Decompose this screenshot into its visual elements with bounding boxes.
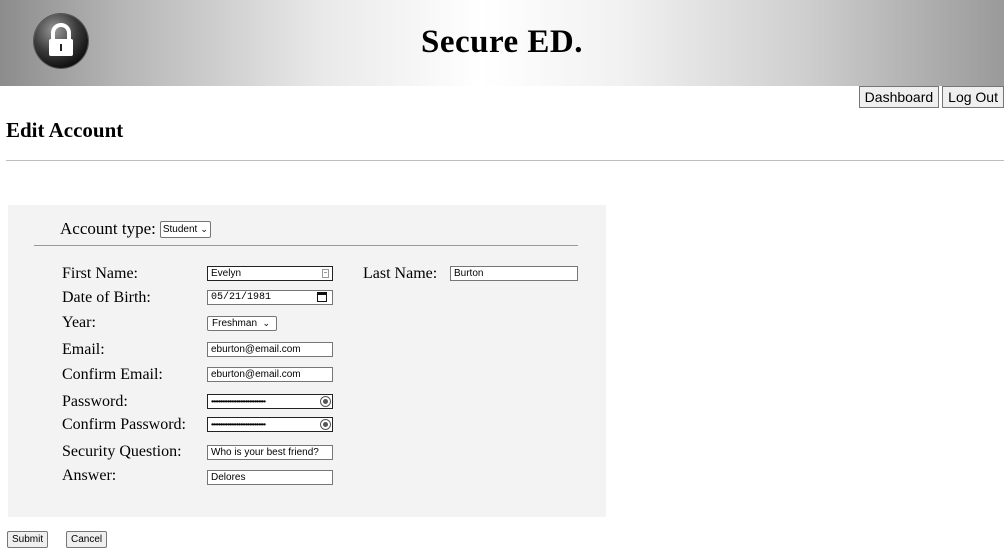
account-type-row: Account type: Student ⌄ xyxy=(60,219,211,239)
first-name-value: Evelyn xyxy=(211,268,242,279)
cancel-button[interactable]: Cancel xyxy=(66,531,108,548)
security-question-label: Security Question: xyxy=(62,443,182,460)
form-divider xyxy=(34,245,578,246)
dob-field[interactable]: 05/21/1981 xyxy=(207,290,333,305)
password-label: Password: xyxy=(62,393,128,410)
confirm-email-field[interactable]: eburton@email.com xyxy=(207,367,333,382)
dashboard-button[interactable]: Dashboard xyxy=(858,86,940,108)
first-name-field[interactable]: Evelyn xyxy=(207,266,333,281)
top-nav: Dashboard Log Out xyxy=(858,86,1004,108)
dob-label: Date of Birth: xyxy=(62,289,151,306)
security-question-field[interactable]: Who is your best friend? xyxy=(207,445,333,460)
chevron-down-icon: ⌄ xyxy=(262,318,270,328)
dob-value: 05/21/1981 xyxy=(211,292,272,303)
confirm-password-mask: •••••••••••••••••••••••••••••• xyxy=(211,420,266,429)
confirm-email-value: eburton@email.com xyxy=(211,369,301,380)
page-title: Edit Account xyxy=(6,118,124,142)
account-type-select[interactable]: Student ⌄ xyxy=(159,220,211,238)
email-label: Email: xyxy=(62,341,105,358)
brand-title: Secure ED. xyxy=(420,24,584,60)
email-value: eburton@email.com xyxy=(211,344,301,355)
title-divider xyxy=(6,160,1004,161)
first-name-label: First Name: xyxy=(62,265,138,282)
eye-icon[interactable] xyxy=(320,396,331,407)
last-name-label: Last Name: xyxy=(363,265,438,282)
security-question-value: Who is your best friend? xyxy=(211,447,319,458)
email-field[interactable]: eburton@email.com xyxy=(207,342,333,357)
submit-button[interactable]: Submit xyxy=(7,531,49,548)
contact-card-icon[interactable] xyxy=(322,269,329,278)
password-mask: •••••••••••••••••••••••••••••• xyxy=(211,397,266,406)
calendar-icon[interactable] xyxy=(317,292,327,302)
year-select[interactable]: Freshman ⌄ xyxy=(207,316,277,331)
answer-field[interactable]: Delores xyxy=(207,470,333,485)
confirm-email-label: Confirm Email: xyxy=(62,366,163,383)
answer-value: Delores xyxy=(211,472,246,483)
account-type-label: Account type: xyxy=(60,219,156,238)
header-banner: Secure ED. xyxy=(0,0,1004,86)
last-name-field[interactable]: Burton xyxy=(450,266,578,281)
last-name-value: Burton xyxy=(454,268,484,279)
edit-account-form: Account type: Student ⌄ First Name: Evel… xyxy=(8,205,606,517)
answer-label: Answer: xyxy=(62,467,117,484)
year-value: Freshman xyxy=(212,318,258,329)
confirm-password-label: Confirm Password: xyxy=(62,416,186,433)
chevron-down-icon: ⌄ xyxy=(200,223,208,234)
year-label: Year: xyxy=(62,314,96,331)
confirm-password-field[interactable]: •••••••••••••••••••••••••••••• xyxy=(207,417,333,432)
eye-icon[interactable] xyxy=(320,419,331,430)
password-field[interactable]: •••••••••••••••••••••••••••••• xyxy=(207,394,333,409)
account-type-value: Student xyxy=(162,223,198,235)
logout-button[interactable]: Log Out xyxy=(942,86,1004,108)
